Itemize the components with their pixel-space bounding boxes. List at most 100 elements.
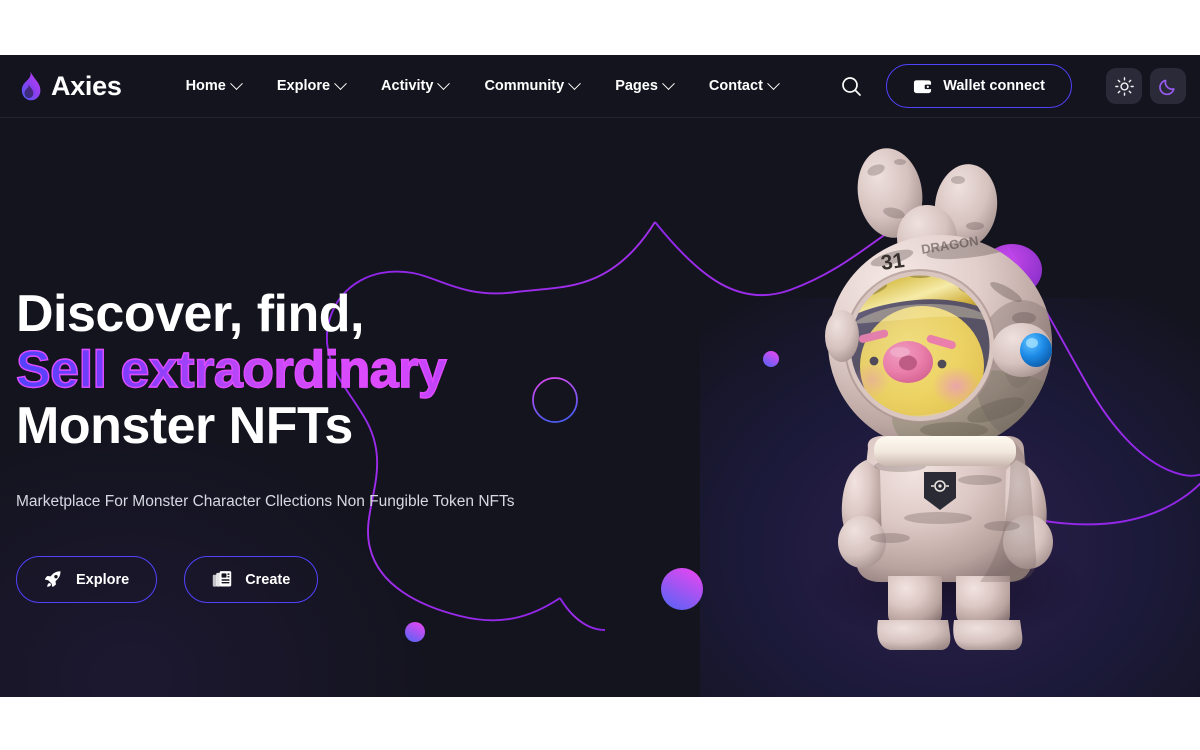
sphere-medium <box>661 568 703 610</box>
side-bump-left <box>825 310 859 362</box>
arm-right <box>1004 460 1047 553</box>
beak-hole <box>899 355 917 371</box>
helmet <box>828 235 1052 451</box>
hand-right <box>1003 515 1053 569</box>
nav-item-activity[interactable]: Activity <box>363 76 466 94</box>
visor-gold-reflection <box>848 273 992 318</box>
character-shadow <box>810 528 1086 644</box>
ear-left <box>857 148 923 238</box>
page-root: Axies Home Explore Activity Community Pa… <box>0 0 1200 750</box>
website-viewport: Axies Home Explore Activity Community Pa… <box>0 55 1200 697</box>
visor-gold-weathering <box>860 273 978 297</box>
eyebrow-left <box>858 329 889 343</box>
site-header: Axies Home Explore Activity Community Pa… <box>0 55 1200 118</box>
eye-right <box>937 359 947 369</box>
sun-icon <box>1114 76 1134 96</box>
hero-cta-row: Explore Create <box>16 556 636 603</box>
moon-icon <box>1158 79 1175 95</box>
beak-donut <box>883 341 933 383</box>
nav-label: Contact <box>708 78 763 94</box>
search-button[interactable] <box>832 67 870 105</box>
create-button[interactable]: Create <box>184 556 319 603</box>
curve-right-upper <box>1006 245 1200 477</box>
ear-right <box>934 164 998 248</box>
sphere-tiny <box>405 622 425 642</box>
create-button-label: Create <box>245 571 291 588</box>
theme-toggle-group <box>1106 68 1186 104</box>
purple-accent-blob <box>982 244 1042 296</box>
chevron-down-icon <box>767 76 780 90</box>
torso <box>855 436 1033 582</box>
eye-left <box>869 356 879 366</box>
nav-label: Home <box>185 78 226 94</box>
nav-item-explore[interactable]: Explore <box>259 76 363 94</box>
nav-label: Community <box>484 78 565 94</box>
wallet-icon <box>914 79 932 93</box>
explore-button-label: Explore <box>76 571 130 588</box>
neck-band-front <box>874 436 1016 466</box>
headline-line-3: Monster NFTs <box>16 397 353 455</box>
nav-label: Activity <box>381 78 434 94</box>
wallet-connect-button[interactable]: Wallet connect <box>886 64 1072 108</box>
headline-line-1: Discover, find, <box>16 285 364 343</box>
rocket-icon <box>45 570 61 587</box>
curve-right-lower <box>884 482 1200 526</box>
visor-glass <box>848 273 992 419</box>
chevron-down-icon <box>568 76 582 90</box>
boot-left <box>877 620 951 650</box>
blue-lens-highlight <box>1026 338 1038 348</box>
body-weathering <box>870 460 1020 543</box>
nav-label: Explore <box>276 78 331 94</box>
ear-weathering <box>867 159 984 261</box>
hero-section: 31 DRAGON Discover, find, Sell extraordi… <box>0 118 1200 697</box>
leg-left <box>888 576 942 626</box>
brand-name: Axies <box>51 70 122 101</box>
eyebrow-right <box>926 334 956 350</box>
chevron-down-icon <box>229 76 243 90</box>
header-actions: Wallet connect <box>832 64 1200 108</box>
cards-icon <box>212 571 232 587</box>
chick-face <box>860 306 984 419</box>
hero-glow-right <box>700 298 1200 697</box>
chevron-down-icon <box>662 76 675 90</box>
cheek-blush <box>932 366 980 406</box>
curve-top-right <box>654 211 976 297</box>
hand-left <box>838 516 886 568</box>
chest-badge <box>924 472 956 510</box>
boot-right <box>953 620 1023 650</box>
flame-icon <box>21 71 41 101</box>
leg-right <box>956 576 1010 626</box>
hero-subtitle: Marketplace For Monster Character Cllect… <box>16 493 515 510</box>
ring-outline-small <box>972 274 1020 322</box>
chevron-down-icon <box>437 76 451 90</box>
visor-gold-glint <box>852 304 992 324</box>
dark-mode-toggle[interactable] <box>1150 68 1186 104</box>
visor-well <box>848 273 992 419</box>
hero-character-astronaut: 31 DRAGON <box>810 148 1086 650</box>
beak-highlight <box>890 347 910 357</box>
search-icon <box>841 76 861 96</box>
nav-item-pages[interactable]: Pages <box>597 76 691 94</box>
hero-headline: Discover, find, Sell extraordinary Monst… <box>15 285 636 455</box>
helmet-weathering <box>870 236 1037 438</box>
cheek-blush-left <box>854 362 890 398</box>
visor-rim-outer <box>844 269 996 423</box>
blue-lens <box>1020 333 1052 367</box>
brand-logo[interactable]: Axies <box>16 71 122 102</box>
explore-button[interactable]: Explore <box>16 556 158 603</box>
nav-item-community[interactable]: Community <box>466 76 597 94</box>
torso-shade <box>980 438 1037 582</box>
headline-line-2-outline: Sell extraordinary <box>15 341 636 398</box>
sphere-small-top <box>763 351 779 367</box>
light-mode-toggle[interactable] <box>1106 68 1142 104</box>
neck-band <box>870 436 1020 470</box>
visor-lower-sheen <box>856 386 988 419</box>
wallet-connect-label: Wallet connect <box>943 78 1045 94</box>
arm-left <box>841 460 882 551</box>
nav-item-contact[interactable]: Contact <box>691 76 796 94</box>
helmet-marking-secondary: DRAGON <box>920 233 979 257</box>
ear-module <box>992 323 1052 377</box>
nav-label: Pages <box>615 78 658 94</box>
chevron-down-icon <box>334 76 347 90</box>
nav-item-home[interactable]: Home <box>168 76 259 94</box>
